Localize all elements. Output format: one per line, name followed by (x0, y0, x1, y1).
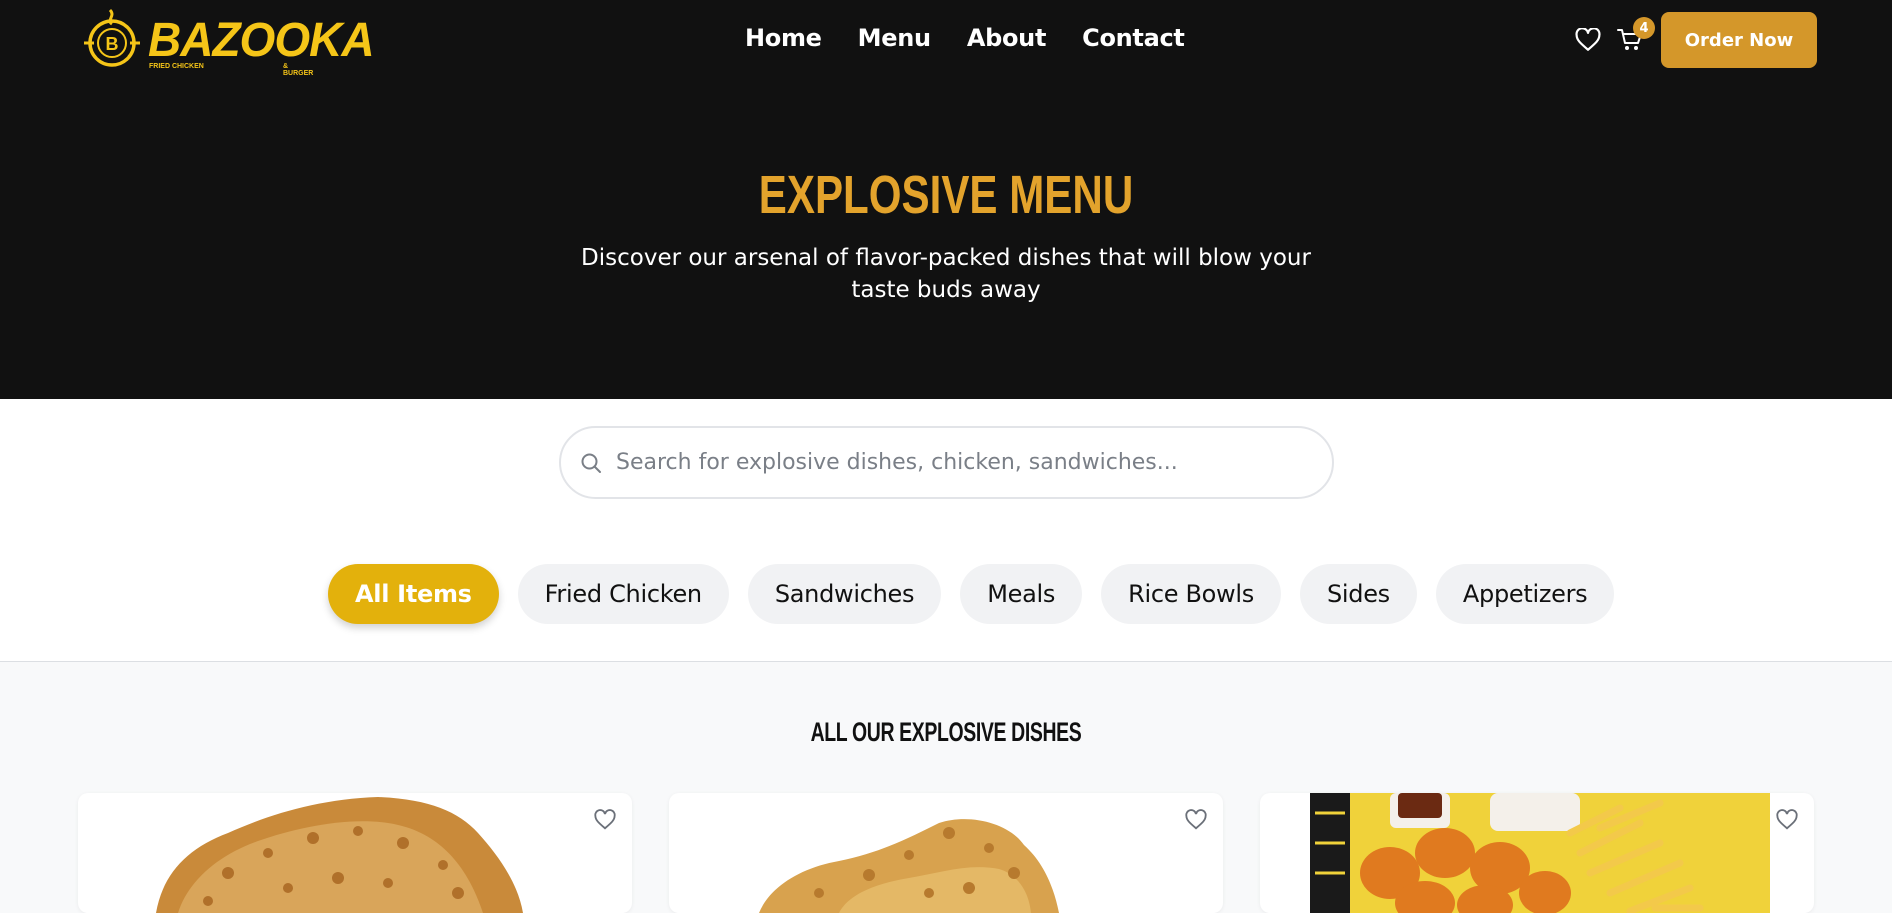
category-chip-fried-chicken[interactable]: Fried Chicken (517, 564, 729, 624)
products-section-title: ALL OUR EXPLOSIVE DISHES (810, 717, 1082, 747)
cart-button[interactable]: 4 (1613, 17, 1655, 57)
heart-icon[interactable] (1776, 809, 1798, 831)
category-chip-rice-bowls[interactable]: Rice Bowls (1101, 564, 1281, 624)
heart-icon (1575, 28, 1601, 51)
heart-icon[interactable] (594, 809, 616, 831)
hero-subtitle: Discover our arsenal of flavor-packed di… (581, 245, 1311, 303)
brand-tagline-right: & BURGER (283, 63, 314, 77)
hero-banner: EXPLOSIVE MENU Discover our arsenal of f… (0, 82, 1892, 399)
nav-link-home[interactable]: Home (745, 24, 822, 52)
nav-link-menu[interactable]: Menu (858, 24, 931, 52)
category-chip-sides[interactable]: Sides (1299, 564, 1417, 624)
category-filter-list: All Items Fried Chicken Sandwiches Meals… (328, 564, 1633, 624)
product-card[interactable] (1260, 793, 1814, 913)
product-card[interactable] (669, 793, 1223, 913)
logo-target-icon: B (84, 8, 140, 67)
product-card[interactable] (78, 793, 632, 913)
brand-logo[interactable]: B BAZOOKA FRIED CHICKEN & BURGER (80, 8, 375, 77)
category-chip-appetizers[interactable]: Appetizers (1435, 564, 1615, 624)
chicken-strips-image (759, 819, 1059, 913)
brand-tagline-left: FRIED CHICKEN (149, 63, 204, 70)
search-icon (581, 453, 601, 473)
fried-chicken-pile-image (156, 797, 523, 913)
order-now-button[interactable]: Order Now (1661, 12, 1817, 68)
nav-link-about[interactable]: About (967, 24, 1047, 52)
hero-title: EXPLOSIVE MENU (758, 165, 1134, 225)
nuggets-and-fries-box-image (1310, 793, 1770, 913)
nav-link-contact[interactable]: Contact (1082, 24, 1185, 52)
filter-section: All Items Fried Chicken Sandwiches Meals… (0, 399, 1892, 662)
svg-text:B: B (106, 34, 119, 54)
search-input[interactable] (616, 450, 1296, 475)
main-nav: Home Menu About Contact (745, 24, 1221, 52)
top-navbar: B BAZOOKA FRIED CHICKEN & BURGER Home Me… (0, 0, 1892, 82)
category-chip-all-items[interactable]: All Items (328, 564, 499, 624)
wishlist-button[interactable] (1571, 23, 1605, 57)
category-chip-meals[interactable]: Meals (960, 564, 1083, 624)
brand-name: BAZOOKA (148, 11, 375, 67)
heart-icon[interactable] (1185, 809, 1207, 831)
search-bar (559, 426, 1334, 499)
cart-count-badge: 4 (1633, 17, 1655, 39)
category-chip-sandwiches[interactable]: Sandwiches (747, 564, 942, 624)
header-actions: 4 Order Now (1571, 12, 1817, 68)
